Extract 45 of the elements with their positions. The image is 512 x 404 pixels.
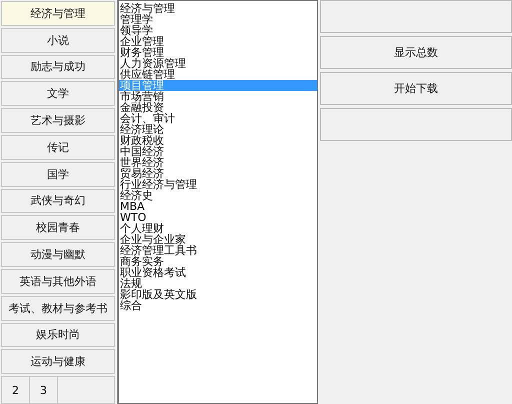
category-button[interactable]: 国学 (1, 162, 115, 187)
list-item[interactable]: 财务管理 (119, 47, 317, 58)
list-item[interactable]: 财政税收 (119, 135, 317, 146)
list-item[interactable]: 领导学 (119, 25, 317, 36)
category-button[interactable]: 考试、教材与参考书 (1, 296, 115, 321)
category-button[interactable]: 英语与其他外语 (1, 268, 115, 294)
list-item[interactable]: 个人理财 (119, 223, 317, 234)
list-item[interactable]: 供应链管理 (119, 69, 317, 80)
list-item[interactable]: 法规 (119, 278, 317, 289)
list-item[interactable]: WTO (119, 212, 317, 223)
category-button[interactable]: 传记 (1, 134, 115, 160)
category-button[interactable]: 娱乐时尚 (1, 322, 115, 348)
category-button[interactable]: 运动与健康 (1, 349, 115, 374)
list-item[interactable]: 影印版及英文版 (119, 289, 317, 300)
list-item[interactable]: 市场营销 (119, 91, 317, 102)
list-item[interactable]: 综合 (119, 300, 317, 311)
list-item[interactable]: 中国经济 (119, 146, 317, 157)
list-item[interactable]: 金融投资 (119, 102, 317, 113)
category-button[interactable]: 艺术与摄影 (1, 108, 115, 133)
category-button[interactable]: 武侠与奇幻 (1, 188, 115, 214)
list-item[interactable]: 经济理论 (119, 124, 317, 135)
list-item[interactable]: 商务实务 (119, 256, 317, 267)
category-button[interactable]: 励志与成功 (1, 54, 115, 80)
list-item[interactable]: 行业经济与管理 (119, 179, 317, 190)
list-item[interactable]: 经济管理工具书 (119, 245, 317, 256)
category-button[interactable]: 动漫与幽默 (1, 242, 115, 267)
list-item[interactable]: 企业与企业家 (119, 234, 317, 245)
list-item[interactable]: 管理学 (119, 14, 317, 25)
action-button[interactable]: 开始下载 (320, 72, 512, 105)
list-item[interactable]: 人力资源管理 (119, 58, 317, 69)
list-item[interactable]: 贸易经济 (119, 168, 317, 179)
category-button[interactable]: 文学 (1, 81, 115, 106)
blank-button[interactable] (320, 0, 512, 33)
category-button[interactable]: 经济与管理 (1, 1, 115, 26)
category-button[interactable]: 校园青春 (1, 215, 115, 240)
blank-button[interactable] (320, 108, 512, 141)
list-item[interactable]: 经济与管理 (119, 3, 317, 14)
action-button[interactable]: 显示总数 (320, 36, 512, 69)
list-item[interactable]: MBA (119, 201, 317, 212)
list-item[interactable]: 企业管理 (119, 36, 317, 47)
list-item[interactable]: 经济史 (119, 190, 317, 201)
list-item[interactable]: 职业资格考试 (119, 267, 317, 278)
category-button[interactable]: 小说 (1, 28, 115, 53)
list-item[interactable]: 会计、审计 (119, 113, 317, 124)
list-item[interactable]: 世界经济 (119, 157, 317, 168)
